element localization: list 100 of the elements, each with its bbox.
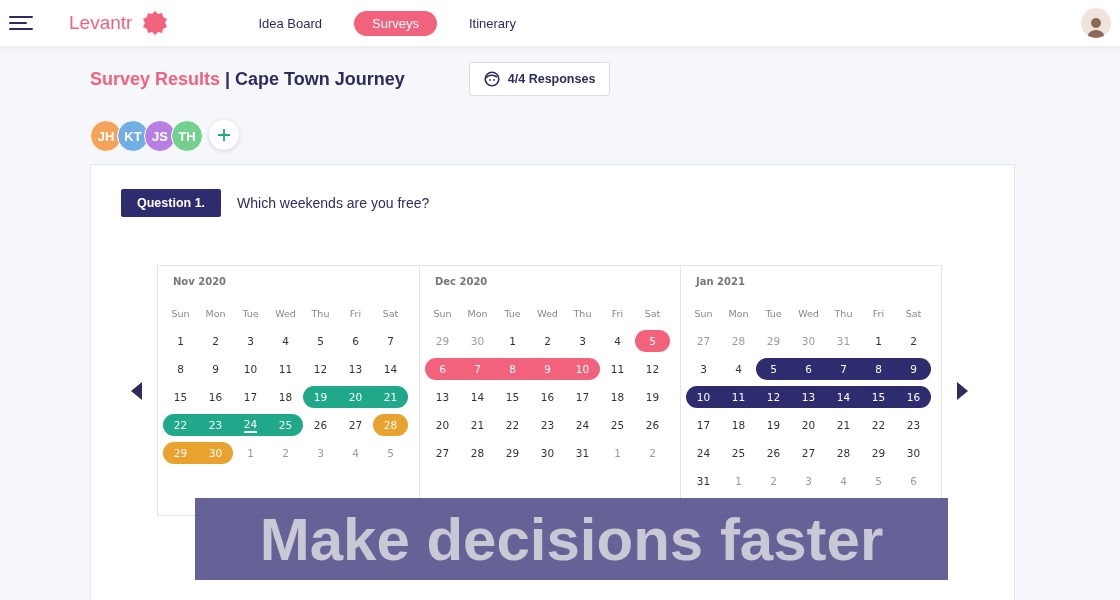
calendar-day[interactable]: 14	[460, 386, 495, 408]
calendar-day[interactable]: 18	[600, 386, 635, 408]
calendar-day[interactable]: 15	[495, 386, 530, 408]
calendar-day[interactable]: 9	[198, 358, 233, 380]
month-label: Nov 2020	[172, 276, 228, 287]
previous-arrow-icon[interactable]	[131, 381, 143, 400]
calendar-day[interactable]: 13	[338, 358, 373, 380]
face-icon	[483, 71, 500, 87]
calendar-day[interactable]: 26	[635, 414, 670, 436]
calendar-day[interactable]: 18	[721, 414, 756, 436]
weekday-label: Mon	[204, 307, 227, 319]
calendar-day[interactable]: 14	[826, 386, 861, 408]
calendar-day[interactable]: 28	[826, 442, 861, 464]
calendar-day[interactable]: 27	[425, 442, 460, 464]
calendar-day[interactable]: 9	[896, 358, 931, 380]
calendar-day[interactable]: 26	[303, 414, 338, 436]
calendar-day[interactable]: 21	[826, 414, 861, 436]
caption-banner: Make decisions faster	[195, 498, 948, 580]
add-participant-button[interactable]	[209, 120, 239, 150]
calendar-day[interactable]: 18	[268, 386, 303, 408]
weekday-label: Tue	[503, 307, 522, 319]
calendar-day[interactable]: 4	[600, 330, 635, 352]
calendar-day[interactable]: 31	[565, 442, 600, 464]
calendar-day[interactable]: 12	[756, 386, 791, 408]
nav-tab[interactable]: Idea Board	[240, 10, 340, 36]
calendar-day[interactable]: 29	[495, 442, 530, 464]
calendar-day[interactable]: 6	[338, 330, 373, 352]
responses-button[interactable]: 4/4 Responses	[468, 62, 611, 96]
calendar-day[interactable]: 1	[495, 330, 530, 352]
page-title: Survey Results | Cape Town Journey	[90, 68, 405, 90]
calendar-day[interactable]: 17	[233, 386, 268, 408]
weekday-label: Thu	[310, 307, 331, 319]
calendar-day[interactable]: 3	[233, 330, 268, 352]
calendar-day[interactable]: 16	[198, 386, 233, 408]
calendar-day[interactable]: 22	[495, 414, 530, 436]
calendar-day[interactable]: 22	[861, 414, 896, 436]
calendar-day[interactable]: 2	[198, 330, 233, 352]
calendar-day[interactable]: 16	[896, 386, 931, 408]
calendar-day[interactable]: 16	[530, 386, 565, 408]
calendar-day[interactable]: 13	[425, 386, 460, 408]
calendar-day[interactable]: 4	[721, 358, 756, 380]
calendar-day[interactable]: 27	[791, 442, 826, 464]
calendar-day[interactable]: 15	[163, 386, 198, 408]
calendar-day[interactable]: 5	[303, 330, 338, 352]
calendar-day[interactable]: 10	[686, 386, 721, 408]
calendar-day[interactable]: 23	[896, 414, 931, 436]
next-arrow-icon[interactable]	[956, 381, 968, 400]
calendar-day[interactable]: 11	[721, 386, 756, 408]
calendar-day[interactable]: 7	[826, 358, 861, 380]
calendar-day[interactable]: 8	[163, 358, 198, 380]
weekday-label: Fri	[348, 307, 363, 319]
month-label: Jan 2021	[694, 276, 746, 287]
weekday-label: Sun	[693, 307, 714, 319]
plus-icon	[217, 128, 231, 142]
calendar-day[interactable]: 17	[686, 414, 721, 436]
calendar-day[interactable]: 5	[756, 358, 791, 380]
calendar-day[interactable]: 24	[565, 414, 600, 436]
calendar-day[interactable]: 13	[791, 386, 826, 408]
calendar-day[interactable]: 17	[565, 386, 600, 408]
calendar-day[interactable]: 3	[686, 358, 721, 380]
calendar-day[interactable]: 12	[303, 358, 338, 380]
calendar-day[interactable]: 15	[861, 386, 896, 408]
calendar-day[interactable]: 11	[268, 358, 303, 380]
calendar-day[interactable]: 6	[791, 358, 826, 380]
calendar-day[interactable]: 30	[530, 442, 565, 464]
calendar-day[interactable]: 2	[530, 330, 565, 352]
calendar-day[interactable]: 3	[565, 330, 600, 352]
calendar-day[interactable]: 7	[373, 330, 408, 352]
calendar-day[interactable]: 14	[373, 358, 408, 380]
calendar-day[interactable]: 23	[530, 414, 565, 436]
user-avatar[interactable]	[1081, 8, 1111, 38]
calendar-day[interactable]: 30	[896, 442, 931, 464]
weekday-label: Sat	[904, 307, 923, 319]
calendar-day[interactable]: 27	[338, 414, 373, 436]
calendar-day[interactable]: 24	[686, 442, 721, 464]
calendar-day[interactable]: 10	[233, 358, 268, 380]
weekday-label: Wed	[274, 307, 297, 319]
calendar-day[interactable]: 26	[756, 442, 791, 464]
menu-icon[interactable]	[9, 15, 33, 31]
calendar-day[interactable]: 29	[861, 442, 896, 464]
question-text: Which weekends are you free?	[237, 195, 430, 211]
weekday-label: Tue	[764, 307, 783, 319]
calendar-day[interactable]: 1	[163, 330, 198, 352]
calendar-day[interactable]: 25	[600, 414, 635, 436]
calendar-day[interactable]: 31	[686, 470, 721, 492]
calendar-day[interactable]: 2	[896, 330, 931, 352]
calendar-day[interactable]: 28	[460, 442, 495, 464]
calendar-day[interactable]: 20	[425, 414, 460, 436]
calendar-day[interactable]: 19	[635, 386, 670, 408]
calendar-day[interactable]: 12	[635, 358, 670, 380]
calendar-day[interactable]: 11	[600, 358, 635, 380]
calendar-day[interactable]: 19	[756, 414, 791, 436]
nav-tab[interactable]: Itinerary	[450, 10, 534, 36]
calendar-day[interactable]: 20	[791, 414, 826, 436]
calendar-day[interactable]: 8	[861, 358, 896, 380]
calendar-day[interactable]: 4	[268, 330, 303, 352]
month-label: Dec 2020	[434, 276, 489, 287]
calendar-day[interactable]: 21	[460, 414, 495, 436]
calendar-day[interactable]: 25	[721, 442, 756, 464]
calendar-day[interactable]: 1	[861, 330, 896, 352]
